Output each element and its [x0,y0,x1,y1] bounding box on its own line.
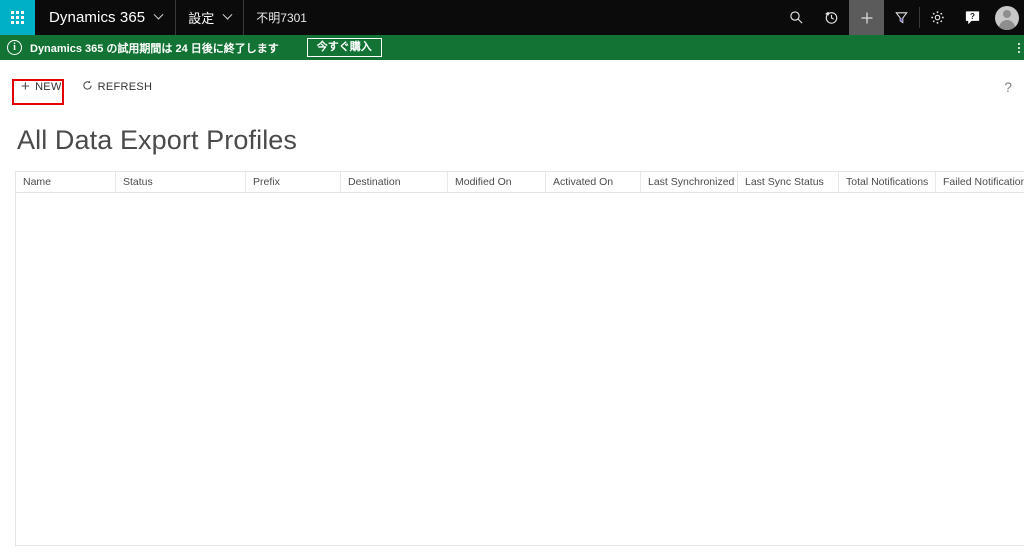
overflow-vertical-dots-icon[interactable] [1018,42,1020,53]
topbar-icon-group: ? [779,0,1024,35]
svg-text:?: ? [970,12,975,21]
search-icon[interactable] [779,0,814,35]
grid-column-header[interactable]: Failed Notifications [936,172,1024,192]
grid-column-header[interactable]: Activated On [546,172,641,192]
quick-create-plus-icon[interactable] [849,0,884,35]
trial-banner: i Dynamics 365 の試用期間は 24 日後に終了します 今すぐ購入 [0,35,1024,60]
help-question-icon[interactable]: ? [1004,79,1012,95]
chevron-down-icon [153,9,164,20]
top-navigation-bar: Dynamics 365 設定 不明7301 ? [0,0,1024,35]
info-circle-icon: i [7,40,22,55]
grid-column-header[interactable]: Status [116,172,246,192]
refresh-button[interactable]: REFRESH [82,74,153,100]
page-title: All Data Export Profiles [17,125,298,155]
grid-column-header[interactable]: Total Notifications [839,172,936,192]
grid-column-header[interactable]: Modified On [448,172,546,192]
refresh-icon [82,80,93,94]
command-bar: + NEW REFRESH ? [0,60,1024,113]
history-icon[interactable] [814,0,849,35]
avatar [995,5,1019,30]
grid-body-empty[interactable] [16,193,1024,545]
trial-banner-text: Dynamics 365 の試用期間は 24 日後に終了します [30,42,279,55]
nav-entity-label: 不明7301 [256,11,307,25]
app-launcher-waffle-icon[interactable] [0,0,35,35]
nav-group-label: 設定 [188,11,215,26]
grid-column-header[interactable]: Name [16,172,116,192]
help-question-icon[interactable]: ? [955,0,990,35]
buy-now-button[interactable]: 今すぐ購入 [306,37,382,58]
filter-icon[interactable] [884,0,919,35]
user-avatar-icon[interactable] [990,0,1024,35]
grid-column-header[interactable]: Last Synchronized O... [641,172,738,192]
waffle-grid-glyph [11,11,24,24]
grid-column-header[interactable]: Last Sync Status [738,172,839,192]
nav-entity-label-container[interactable]: 不明7301 [244,0,319,35]
nav-brand-dynamics365[interactable]: Dynamics 365 [35,0,177,35]
plus-icon: + [21,78,31,95]
new-button-label: NEW [35,80,62,93]
grid-header-row: Name Status Prefix Destination Modified On Ac… [16,172,1024,193]
new-button[interactable]: + NEW [21,74,62,100]
nav-group-settings[interactable]: 設定 [176,0,245,35]
grid-column-header[interactable]: Destination [341,172,448,192]
chevron-down-icon [222,9,233,20]
grid-column-header[interactable]: Prefix [246,172,341,192]
refresh-button-label: REFRESH [97,80,153,93]
info-glyph: i [13,41,16,53]
nav-brand-label: Dynamics 365 [49,9,146,26]
data-grid: Name Status Prefix Destination Modified On Ac… [15,171,1024,546]
settings-gear-icon[interactable] [920,0,955,35]
